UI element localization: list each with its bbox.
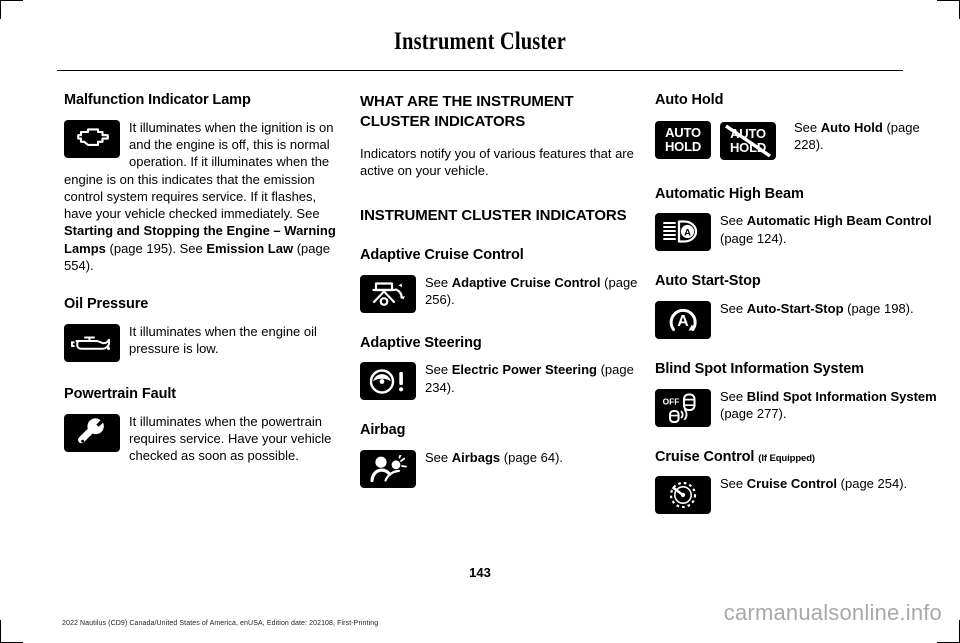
heading-what-are-the-instrument-cluster-indicators: WHAT ARE THE INSTRUMENT CLUSTER INDICATO…	[360, 93, 574, 130]
ahb-page: (page 124).	[720, 230, 787, 246]
footer-edition-line: 2022 Nautilus (CD9) Canada/United States…	[62, 620, 379, 627]
auto-hold-off-badge-label: AUTO HOLD	[730, 127, 766, 154]
steering-see: See	[425, 362, 452, 378]
entry-oil-pressure: It illuminates when the engine oil press…	[64, 323, 344, 364]
auto-hold-icon-group: AUTO HOLD AUTO HOLD	[655, 120, 785, 162]
blind-spot-off-icon: OFF	[655, 388, 711, 427]
heading-oil-pressure: Oil Pressure	[64, 296, 149, 313]
heading-instrument-cluster-indicators: INSTRUMENT CLUSTER INDICATORS	[360, 206, 627, 224]
auto-start-stop-icon: A	[655, 301, 711, 340]
entry-airbag: See Airbags (page 64).	[360, 449, 640, 490]
bsis-see: See	[720, 388, 747, 404]
heading-cruise-control: Cruise Control (If Equipped)	[655, 449, 945, 467]
engine-icon	[64, 119, 120, 158]
heading-adaptive-steering: Adaptive Steering	[360, 334, 482, 351]
speedometer-icon	[655, 476, 711, 515]
entry-cruise-control: See Cruise Control (page 254).	[655, 475, 945, 516]
column-left: Malfunction Indicator Lamp It illuminate…	[64, 92, 344, 480]
svg-text:A: A	[684, 227, 691, 238]
heading-powertrain-fault: Powertrain Fault	[64, 385, 176, 402]
ahb-see: See	[720, 213, 747, 229]
mil-link-2[interactable]: Emission Law	[206, 241, 293, 256]
auto-hold-off-line-1: AUTO	[730, 126, 766, 142]
heading-auto-start-stop: Auto Start-Stop	[655, 273, 761, 290]
acc-see: See	[425, 274, 452, 290]
heading-auto-hold: Auto Hold	[655, 92, 724, 108]
autohold-see: See	[794, 119, 821, 135]
heading-automatic-high-beam: Automatic High Beam	[655, 185, 804, 202]
crop-mark-top-left	[0, 0, 23, 19]
crop-mark-bottom-left	[0, 620, 23, 643]
heading-blind-spot-information-system: Blind Spot Information System	[655, 361, 864, 378]
entry-adaptive-steering: See Electric Power Steering (page 234).	[360, 361, 640, 402]
header-divider	[57, 70, 903, 71]
wrench-icon	[64, 413, 120, 452]
steering-link[interactable]: Electric Power Steering	[452, 362, 597, 377]
page-header: Instrument Cluster	[0, 28, 960, 56]
auto-hold-off-line-2: HOLD	[729, 139, 767, 155]
oil-can-icon	[64, 323, 120, 362]
cc-see: See	[720, 476, 747, 492]
auto-hold-line-2: HOLD	[664, 138, 702, 154]
airbag-page: (page 64).	[500, 450, 564, 466]
entry-automatic-high-beam: A See Automatic High Beam Control (page …	[655, 212, 945, 253]
ass-see: See	[720, 301, 747, 317]
heading-airbag: Airbag	[360, 422, 406, 439]
column-middle: WHAT ARE THE INSTRUMENT CLUSTER INDICATO…	[360, 92, 640, 506]
ahb-link[interactable]: Automatic High Beam Control	[747, 213, 932, 228]
cc-link[interactable]: Cruise Control	[747, 476, 837, 491]
auto-hold-badge-off-icon: AUTO HOLD	[720, 121, 776, 160]
heading-malfunction-indicator-lamp: Malfunction Indicator Lamp	[64, 92, 251, 108]
steering-wheel-warning-icon	[360, 362, 416, 401]
bsis-link[interactable]: Blind Spot Information System	[747, 389, 937, 404]
svg-text:OFF: OFF	[663, 396, 680, 406]
bsis-page: (page 277).	[720, 406, 787, 422]
heading-adaptive-cruise-control: Adaptive Cruise Control	[360, 247, 524, 264]
text-what-are-indicators: Indicators notify you of various feature…	[360, 146, 634, 179]
entry-adaptive-cruise-control: See Adaptive Cruise Control (page 256).	[360, 274, 640, 315]
cc-page: (page 254).	[837, 476, 908, 492]
page-title: Instrument Cluster	[393, 28, 567, 55]
auto-hold-badge-label: AUTO HOLD	[665, 126, 701, 153]
ass-link[interactable]: Auto-Start-Stop	[747, 301, 844, 316]
airbag-link[interactable]: Airbags	[452, 450, 500, 465]
mil-text-2: (page 195). See	[105, 240, 207, 256]
svg-text:A: A	[677, 313, 689, 330]
cruise-heading-text: Cruise Control	[655, 448, 755, 465]
crop-mark-top-right	[937, 0, 960, 19]
adaptive-cruise-icon	[360, 274, 416, 313]
ass-page: (page 198).	[843, 301, 914, 317]
entry-auto-start-stop: A See Auto-Start-Stop (page 198).	[655, 300, 945, 341]
cruise-heading-note: (If Equipped)	[758, 452, 815, 464]
column-right: Auto Hold AUTO HOLD AUTO HOLD See Auto H…	[655, 92, 945, 532]
page-number: 143	[469, 565, 491, 580]
airbag-see: See	[425, 450, 452, 466]
acc-link[interactable]: Adaptive Cruise Control	[452, 275, 601, 290]
auto-hold-line-1: AUTO	[665, 125, 701, 141]
autohold-link[interactable]: Auto Hold	[821, 120, 883, 135]
watermark: carmanualsonline.info	[723, 600, 942, 625]
entry-auto-hold: AUTO HOLD AUTO HOLD See Auto Hold (page …	[655, 119, 945, 164]
automatic-high-beam-icon: A	[655, 213, 711, 252]
entry-malfunction-indicator-lamp: It illuminates when the ignition is on a…	[64, 119, 344, 275]
auto-hold-badge-icon: AUTO HOLD	[655, 120, 711, 159]
entry-powertrain-fault: It illuminates when the powertrain requi…	[64, 413, 344, 465]
airbag-icon	[360, 450, 416, 489]
entry-blind-spot: OFF See Blind Spot Information System (p…	[655, 388, 945, 429]
